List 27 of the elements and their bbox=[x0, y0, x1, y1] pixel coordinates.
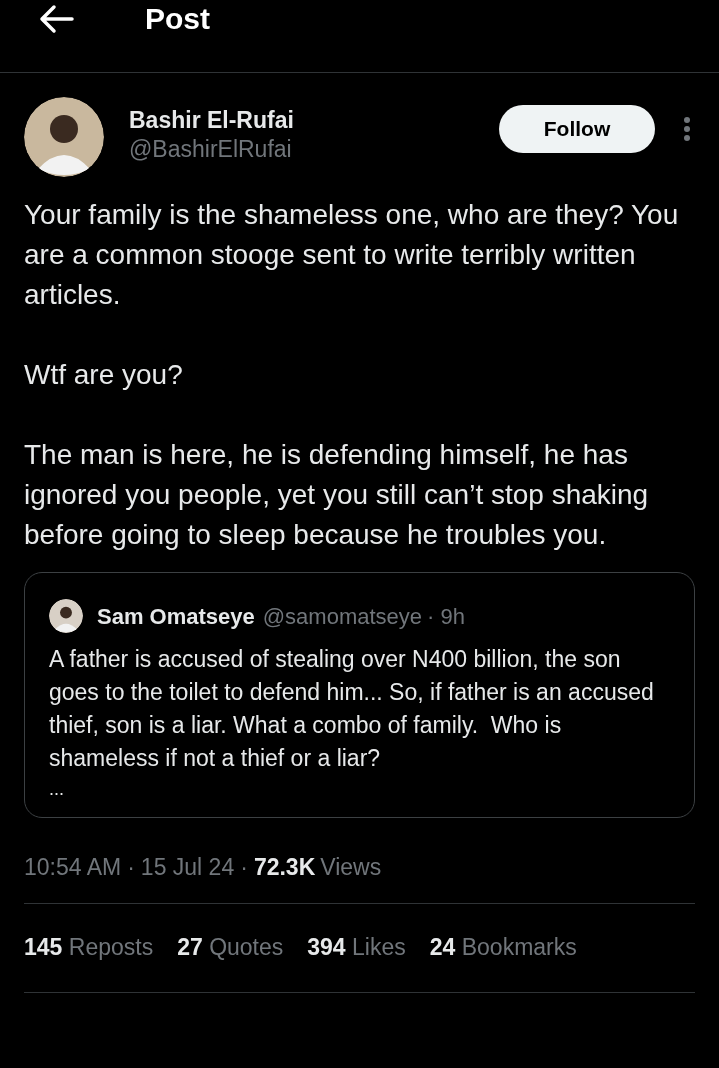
quoted-author-handle: @samomatseye bbox=[262, 602, 423, 631]
author-name[interactable]: Bashir El-Rufai bbox=[129, 105, 294, 135]
quoted-author-name: Sam Omatseye bbox=[97, 602, 255, 631]
avatar-icon[interactable] bbox=[49, 599, 83, 633]
separator-dot: · bbox=[127, 853, 135, 882]
stat-link[interactable]: 394 Likes bbox=[307, 930, 406, 965]
separator-dot: · bbox=[240, 853, 248, 882]
avatar-icon[interactable] bbox=[24, 97, 104, 177]
views-count: 72.3K bbox=[253, 853, 316, 882]
post-date: 15 Jul 24 bbox=[140, 853, 235, 882]
back-arrow-icon[interactable] bbox=[38, 4, 74, 34]
more-options-icon[interactable] bbox=[683, 116, 691, 142]
page-title: Post bbox=[145, 4, 210, 34]
post-text: Wtf are you? bbox=[24, 358, 184, 392]
author-handle[interactable]: @BashirElRufai bbox=[129, 135, 294, 163]
quoted-post-more: ... bbox=[49, 778, 65, 801]
post-time: 10:54 AM bbox=[24, 853, 122, 882]
post-text: The man is here, he is defending himself, he has ignored you people, yet you still can’t stop shaking before going to sleep because he troubles you. bbox=[24, 438, 650, 552]
views-label: Views bbox=[320, 853, 382, 882]
stat-link[interactable]: 27 Quotes bbox=[177, 930, 284, 965]
stat-link[interactable]: 145 Reposts bbox=[24, 930, 154, 965]
post-text: Your family is the shameless one, who are they? You are a common stooge sent to write terribly written articles. bbox=[24, 198, 680, 312]
quoted-post-age: · 9h bbox=[427, 602, 465, 631]
quoted-post-card[interactable] bbox=[24, 572, 695, 818]
quoted-post-text: A father is accused of stealing over N400 billion, the son goes to the toilet to defend him... So, if father is an accused thief, son is a liar. What a combo of family. Who is shameless if not a thief or a liar? bbox=[49, 645, 655, 773]
follow-button[interactable]: Follow bbox=[499, 105, 655, 153]
stat-link[interactable]: 24 Bookmarks bbox=[429, 930, 577, 965]
